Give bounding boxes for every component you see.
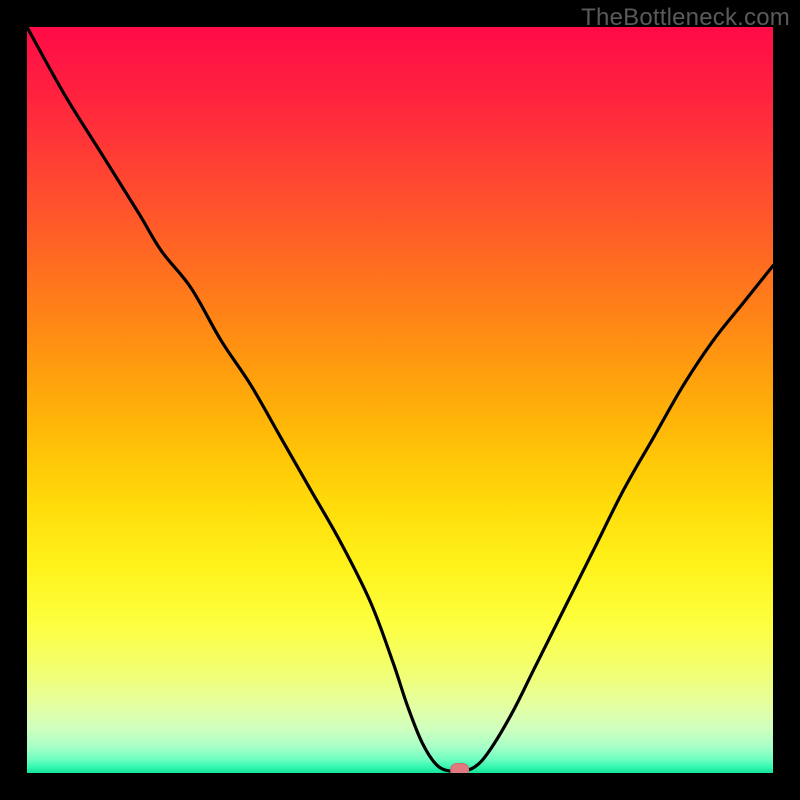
outer-frame: TheBottleneck.com — [0, 0, 800, 800]
plot-area — [27, 27, 773, 773]
gradient-background — [27, 27, 773, 773]
watermark-text: TheBottleneck.com — [581, 4, 790, 32]
chart-svg — [27, 27, 773, 773]
optimal-point-marker — [451, 764, 469, 773]
